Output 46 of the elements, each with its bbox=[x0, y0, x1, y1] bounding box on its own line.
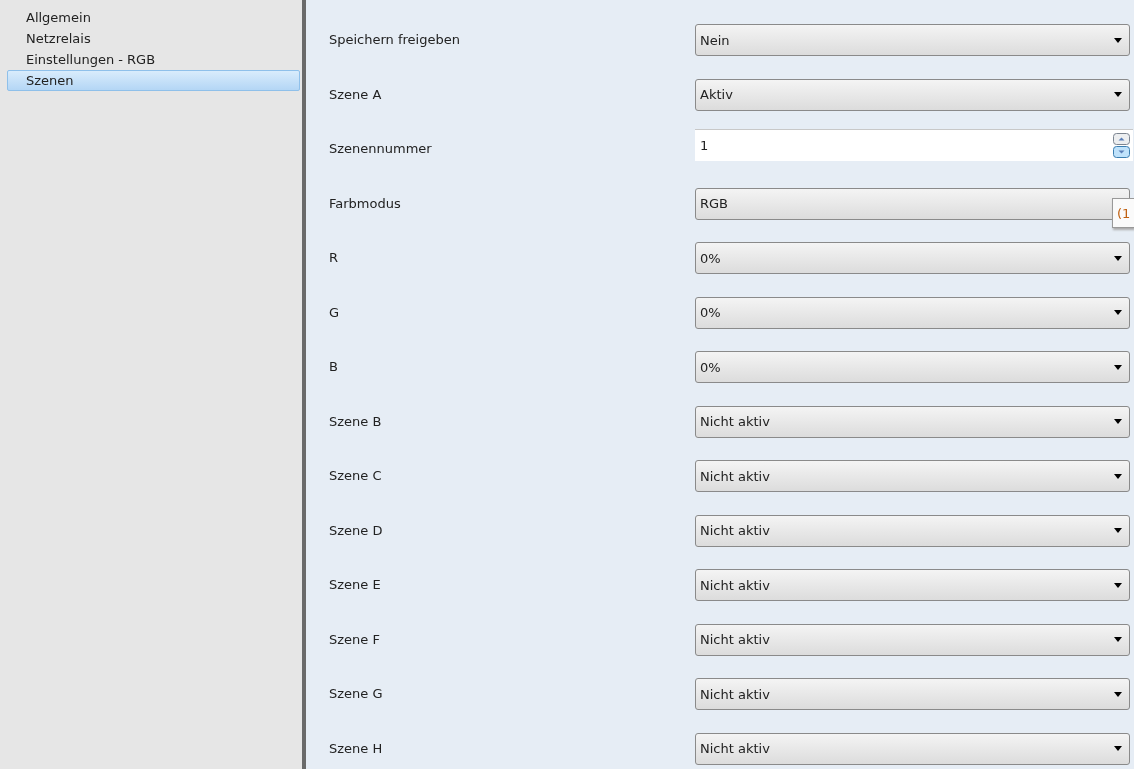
sidebar-item[interactable]: Netzrelais bbox=[7, 28, 300, 49]
sidebar-item[interactable]: Szenen bbox=[7, 70, 300, 91]
parameter-label: Farbmodus bbox=[328, 194, 402, 213]
parameter-label: Szene B bbox=[328, 412, 383, 431]
parameter-label: Szene H bbox=[328, 739, 384, 758]
dropdown[interactable]: Nicht aktiv bbox=[695, 460, 1130, 492]
dropdown[interactable]: 0% bbox=[695, 351, 1130, 383]
dropdown[interactable]: 0% bbox=[695, 296, 1130, 329]
parameter-label: R bbox=[328, 249, 340, 267]
dropdown[interactable]: Nicht aktiv bbox=[695, 623, 1130, 656]
dropdown-arrow-icon bbox=[1114, 691, 1122, 697]
parameter-label: Szene C bbox=[328, 467, 383, 485]
dropdown-arrow-icon bbox=[1114, 37, 1122, 43]
dropdown-arrow-icon bbox=[1114, 364, 1122, 370]
dropdown-arrow-icon bbox=[1114, 419, 1122, 424]
sidebar-item[interactable]: Einstellungen - RGB bbox=[7, 49, 300, 70]
tooltip: (1 bbox=[1112, 197, 1134, 228]
dropdown[interactable]: Aktiv bbox=[695, 78, 1130, 111]
dropdown[interactable]: Nicht aktiv bbox=[695, 732, 1130, 765]
parameter-label: B bbox=[328, 358, 339, 376]
parameter-label: G bbox=[328, 303, 341, 322]
dropdown-arrow-icon bbox=[1114, 310, 1122, 315]
dropdown[interactable]: 0% bbox=[695, 242, 1130, 274]
dropdown-arrow-icon bbox=[1114, 746, 1122, 751]
dropdown-arrow-icon bbox=[1114, 582, 1122, 588]
parameter-label: Szenennummer bbox=[328, 140, 433, 158]
number-field[interactable]: 1 bbox=[695, 129, 1133, 161]
parameter-label: Szene F bbox=[328, 630, 381, 649]
parameter-label: Szene D bbox=[328, 521, 384, 540]
spin-down-icon[interactable] bbox=[1113, 146, 1130, 158]
dropdown-arrow-icon bbox=[1114, 473, 1122, 479]
dropdown[interactable]: Nicht aktiv bbox=[695, 514, 1130, 547]
dropdown-arrow-icon bbox=[1114, 255, 1122, 261]
dropdown-arrow-icon bbox=[1114, 528, 1122, 533]
dropdown[interactable]: Nein bbox=[695, 24, 1130, 56]
parameter-label: Speichern freigeben bbox=[328, 31, 461, 49]
dropdown[interactable]: Nicht aktiv bbox=[695, 405, 1130, 438]
sidebar-item[interactable]: Allgemein bbox=[7, 7, 300, 28]
dropdown[interactable]: Nicht aktiv bbox=[695, 569, 1130, 601]
dropdown-arrow-icon bbox=[1114, 92, 1122, 97]
dropdown[interactable]: Nicht aktiv bbox=[695, 678, 1130, 710]
parameter-label: Szene E bbox=[328, 576, 382, 594]
parameter-label: Szene G bbox=[328, 685, 384, 703]
spin-up-icon[interactable] bbox=[1113, 133, 1130, 145]
parameter-label: Szene A bbox=[328, 85, 383, 104]
dropdown-arrow-icon bbox=[1114, 637, 1122, 642]
